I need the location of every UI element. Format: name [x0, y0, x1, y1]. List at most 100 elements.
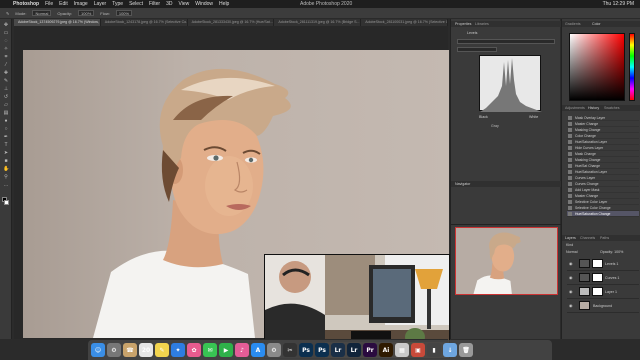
lasso-tool-icon[interactable]: ◌ — [3, 39, 9, 44]
premiere-icon[interactable]: Pr — [363, 343, 377, 357]
tab-adjustments[interactable]: Adjustments — [565, 106, 585, 112]
zoom-tool-icon[interactable]: ⚲ — [3, 175, 9, 180]
launchpad-icon[interactable]: ⚙ — [107, 343, 121, 357]
gradient-tool-icon[interactable]: ▤ — [3, 111, 9, 116]
history-item-selected[interactable]: Hue/Saturation Change — [567, 211, 639, 217]
tab-document-2[interactable]: AdobeStock_1243178.jpeg @ 16.7% (Selecti… — [101, 19, 188, 26]
calendar-icon[interactable]: 20 — [139, 343, 153, 357]
color-picker-field[interactable] — [569, 33, 625, 101]
brush-tool-icon[interactable]: ✎ — [3, 79, 9, 84]
tab-document-1[interactable]: AdobeStock_1374509279.jpeg @ 16.7% (Wind… — [14, 19, 101, 26]
type-tool-icon[interactable]: T — [3, 143, 9, 148]
layer-filter-kind[interactable]: Kind — [566, 243, 573, 249]
tab-paths[interactable]: Paths — [600, 236, 609, 242]
marquee-tool-icon[interactable]: ▭ — [3, 31, 9, 36]
history-brush-tool-icon[interactable]: ↺ — [3, 95, 9, 100]
eye-icon[interactable]: ◉ — [569, 261, 573, 266]
tab-histogram[interactable]: Gradients — [565, 22, 581, 28]
preferences-icon[interactable]: ⚙ — [267, 343, 281, 357]
terminal-icon[interactable]: ▮ — [427, 343, 441, 357]
layer-row[interactable]: ◉ Curves 1 — [567, 271, 639, 285]
tab-navigator[interactable]: Navigator — [455, 182, 470, 188]
pen-tool-icon[interactable]: ✒ — [3, 135, 9, 140]
contacts-icon[interactable]: ☎ — [123, 343, 137, 357]
tab-color[interactable]: Color — [592, 22, 601, 28]
quick-select-tool-icon[interactable]: ✧ — [3, 47, 9, 52]
stamp-tool-icon[interactable]: ⊥ — [3, 87, 9, 92]
dodge-tool-icon[interactable]: ○ — [3, 127, 9, 132]
menu-image[interactable]: Image — [74, 1, 88, 7]
tab-libraries[interactable]: Libraries — [475, 22, 489, 28]
eye-icon[interactable]: ◉ — [569, 275, 573, 280]
shape-tool-icon[interactable]: ■ — [3, 159, 9, 164]
preview-icon[interactable]: ▣ — [411, 343, 425, 357]
menu-app-name[interactable]: Photoshop — [13, 1, 39, 7]
navigator-thumbnail[interactable] — [455, 227, 558, 295]
trash-icon[interactable]: 🗑 — [459, 343, 473, 357]
menu-view[interactable]: View — [179, 1, 190, 7]
mode-select[interactable]: Normal — [32, 10, 52, 16]
path-select-tool-icon[interactable]: ➤ — [3, 151, 9, 156]
lightroom-icon[interactable]: Lr — [347, 343, 361, 357]
layer-row[interactable]: ◉ Levels 1 — [567, 257, 639, 271]
tab-layers[interactable]: Layers — [565, 236, 576, 242]
tab-properties[interactable]: Properties — [455, 22, 471, 28]
tab-swatches[interactable]: Swatches — [604, 106, 620, 112]
eye-icon[interactable]: ◉ — [569, 289, 573, 294]
photos-icon[interactable]: ✿ — [187, 343, 201, 357]
menu-file[interactable]: File — [45, 1, 53, 7]
more-tools-icon[interactable]: … — [3, 183, 9, 188]
finder-icon[interactable]: ☺ — [91, 343, 105, 357]
tab-history[interactable]: History — [588, 106, 599, 112]
opacity-field[interactable]: 100% — [78, 10, 95, 16]
safari-icon[interactable]: ✦ — [171, 343, 185, 357]
menu-select[interactable]: Select — [129, 1, 143, 7]
tab-document-4[interactable]: AdobeStock_281111319.jpeg @ 16.7% (Bridg… — [274, 19, 362, 26]
hand-tool-icon[interactable]: ✋ — [3, 167, 9, 172]
blur-tool-icon[interactable]: ● — [3, 119, 9, 124]
crop-tool-icon[interactable]: ⌗ — [3, 55, 9, 60]
menu-help[interactable]: Help — [219, 1, 229, 7]
hue-slider[interactable] — [629, 33, 635, 101]
layer-mask-thumb[interactable] — [592, 287, 603, 296]
move-tool-icon[interactable]: ✥ — [3, 23, 9, 28]
layer-mask-thumb[interactable] — [592, 273, 603, 282]
photoshop-icon[interactable]: Ps — [299, 343, 313, 357]
background-color-swatch[interactable] — [4, 200, 9, 205]
menu-filter[interactable]: Filter — [149, 1, 160, 7]
messages-icon[interactable]: ✉ — [203, 343, 217, 357]
photoshop2-icon[interactable]: Ps — [315, 343, 329, 357]
finalcut-icon[interactable]: ✂ — [283, 343, 297, 357]
layer-blend-mode[interactable]: Normal — [566, 250, 578, 256]
menu-window[interactable]: Window — [195, 1, 213, 7]
layer-row[interactable]: ◉ Background — [567, 299, 639, 313]
eraser-tool-icon[interactable]: ▱ — [3, 103, 9, 108]
appstore-icon[interactable]: A — [251, 343, 265, 357]
layer-opacity[interactable]: Opacity: 100% — [600, 250, 623, 256]
menu-layer[interactable]: Layer — [94, 1, 107, 7]
notes-icon[interactable]: ✎ — [155, 343, 169, 357]
canvas-area[interactable] — [14, 26, 450, 359]
tab-document-3[interactable]: AdobeStock_281333430.jpeg @ 16.7% (Hue/S… — [188, 19, 275, 26]
facetime-icon[interactable]: ▶ — [219, 343, 233, 357]
layer-row[interactable]: ◉ Layer 1 — [567, 285, 639, 299]
menu-type[interactable]: Type — [112, 1, 123, 7]
brush-icon[interactable]: ✎ — [6, 11, 9, 16]
tab-channels[interactable]: Channels — [580, 236, 595, 242]
menu-3d[interactable]: 3D — [166, 1, 172, 7]
itunes-icon[interactable]: ♪ — [235, 343, 249, 357]
menu-edit[interactable]: Edit — [59, 1, 68, 7]
channel-select[interactable] — [457, 47, 497, 52]
tab-document-5[interactable]: AdobeStock_281100031.jpeg @ 16.7% (Selec… — [361, 19, 448, 26]
preset-select[interactable] — [457, 39, 555, 44]
eyedropper-tool-icon[interactable]: ⁄ — [3, 63, 9, 68]
layer-mask-thumb[interactable] — [592, 259, 603, 268]
flow-field[interactable]: 100% — [115, 10, 133, 16]
eye-icon[interactable]: ◉ — [569, 303, 573, 308]
stickies-icon[interactable]: ▦ — [395, 343, 409, 357]
illustrator-icon[interactable]: Ai — [379, 343, 393, 357]
bridge-icon[interactable]: Lr — [331, 343, 345, 357]
downloads-icon[interactable]: ↓ — [443, 343, 457, 357]
layer-thumb — [579, 287, 590, 296]
healing-tool-icon[interactable]: ✚ — [3, 71, 9, 76]
